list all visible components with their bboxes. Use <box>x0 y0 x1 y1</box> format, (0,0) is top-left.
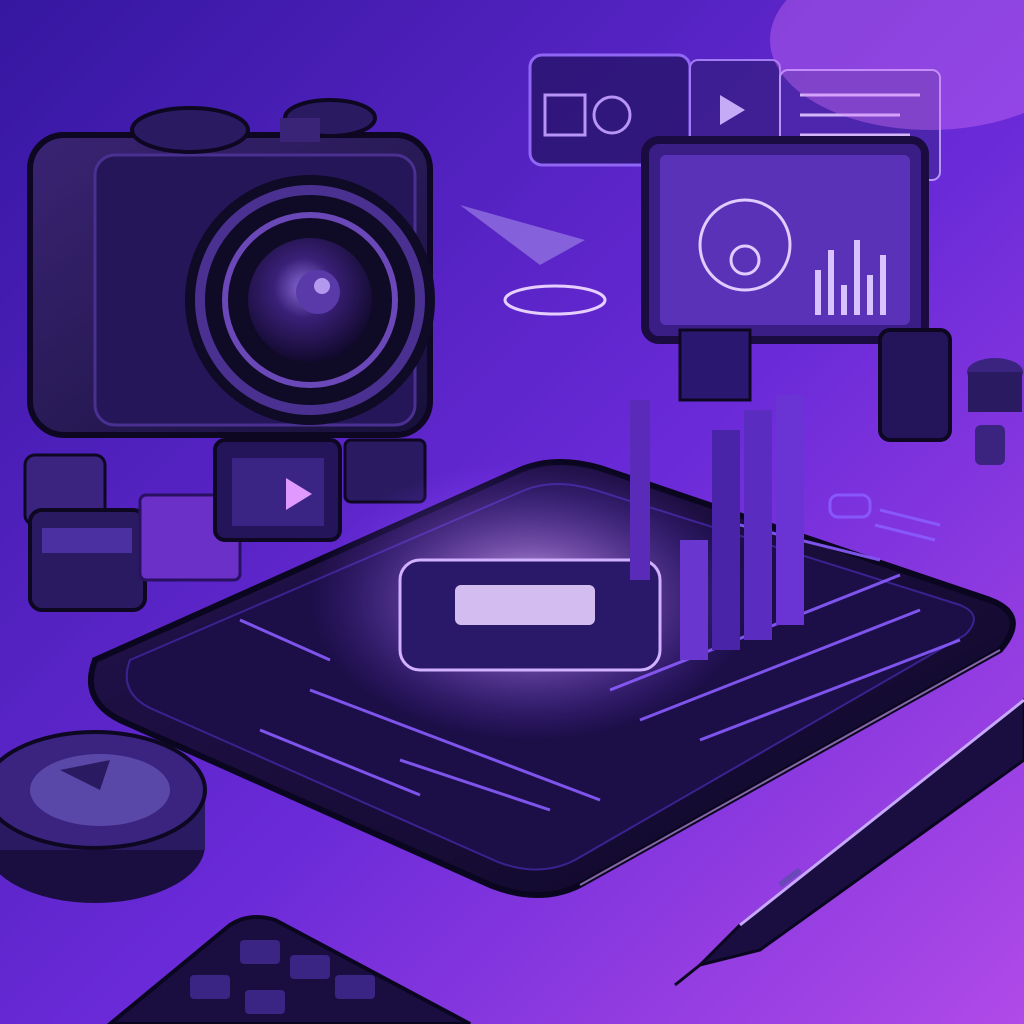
lens-cap <box>0 730 207 903</box>
camera-icon <box>27 98 435 438</box>
scene-canvas <box>0 0 1024 1024</box>
illustration-scene <box>0 0 1024 1024</box>
lens-icon <box>185 175 435 425</box>
media-monitor <box>641 136 929 344</box>
play-icon <box>213 438 342 542</box>
